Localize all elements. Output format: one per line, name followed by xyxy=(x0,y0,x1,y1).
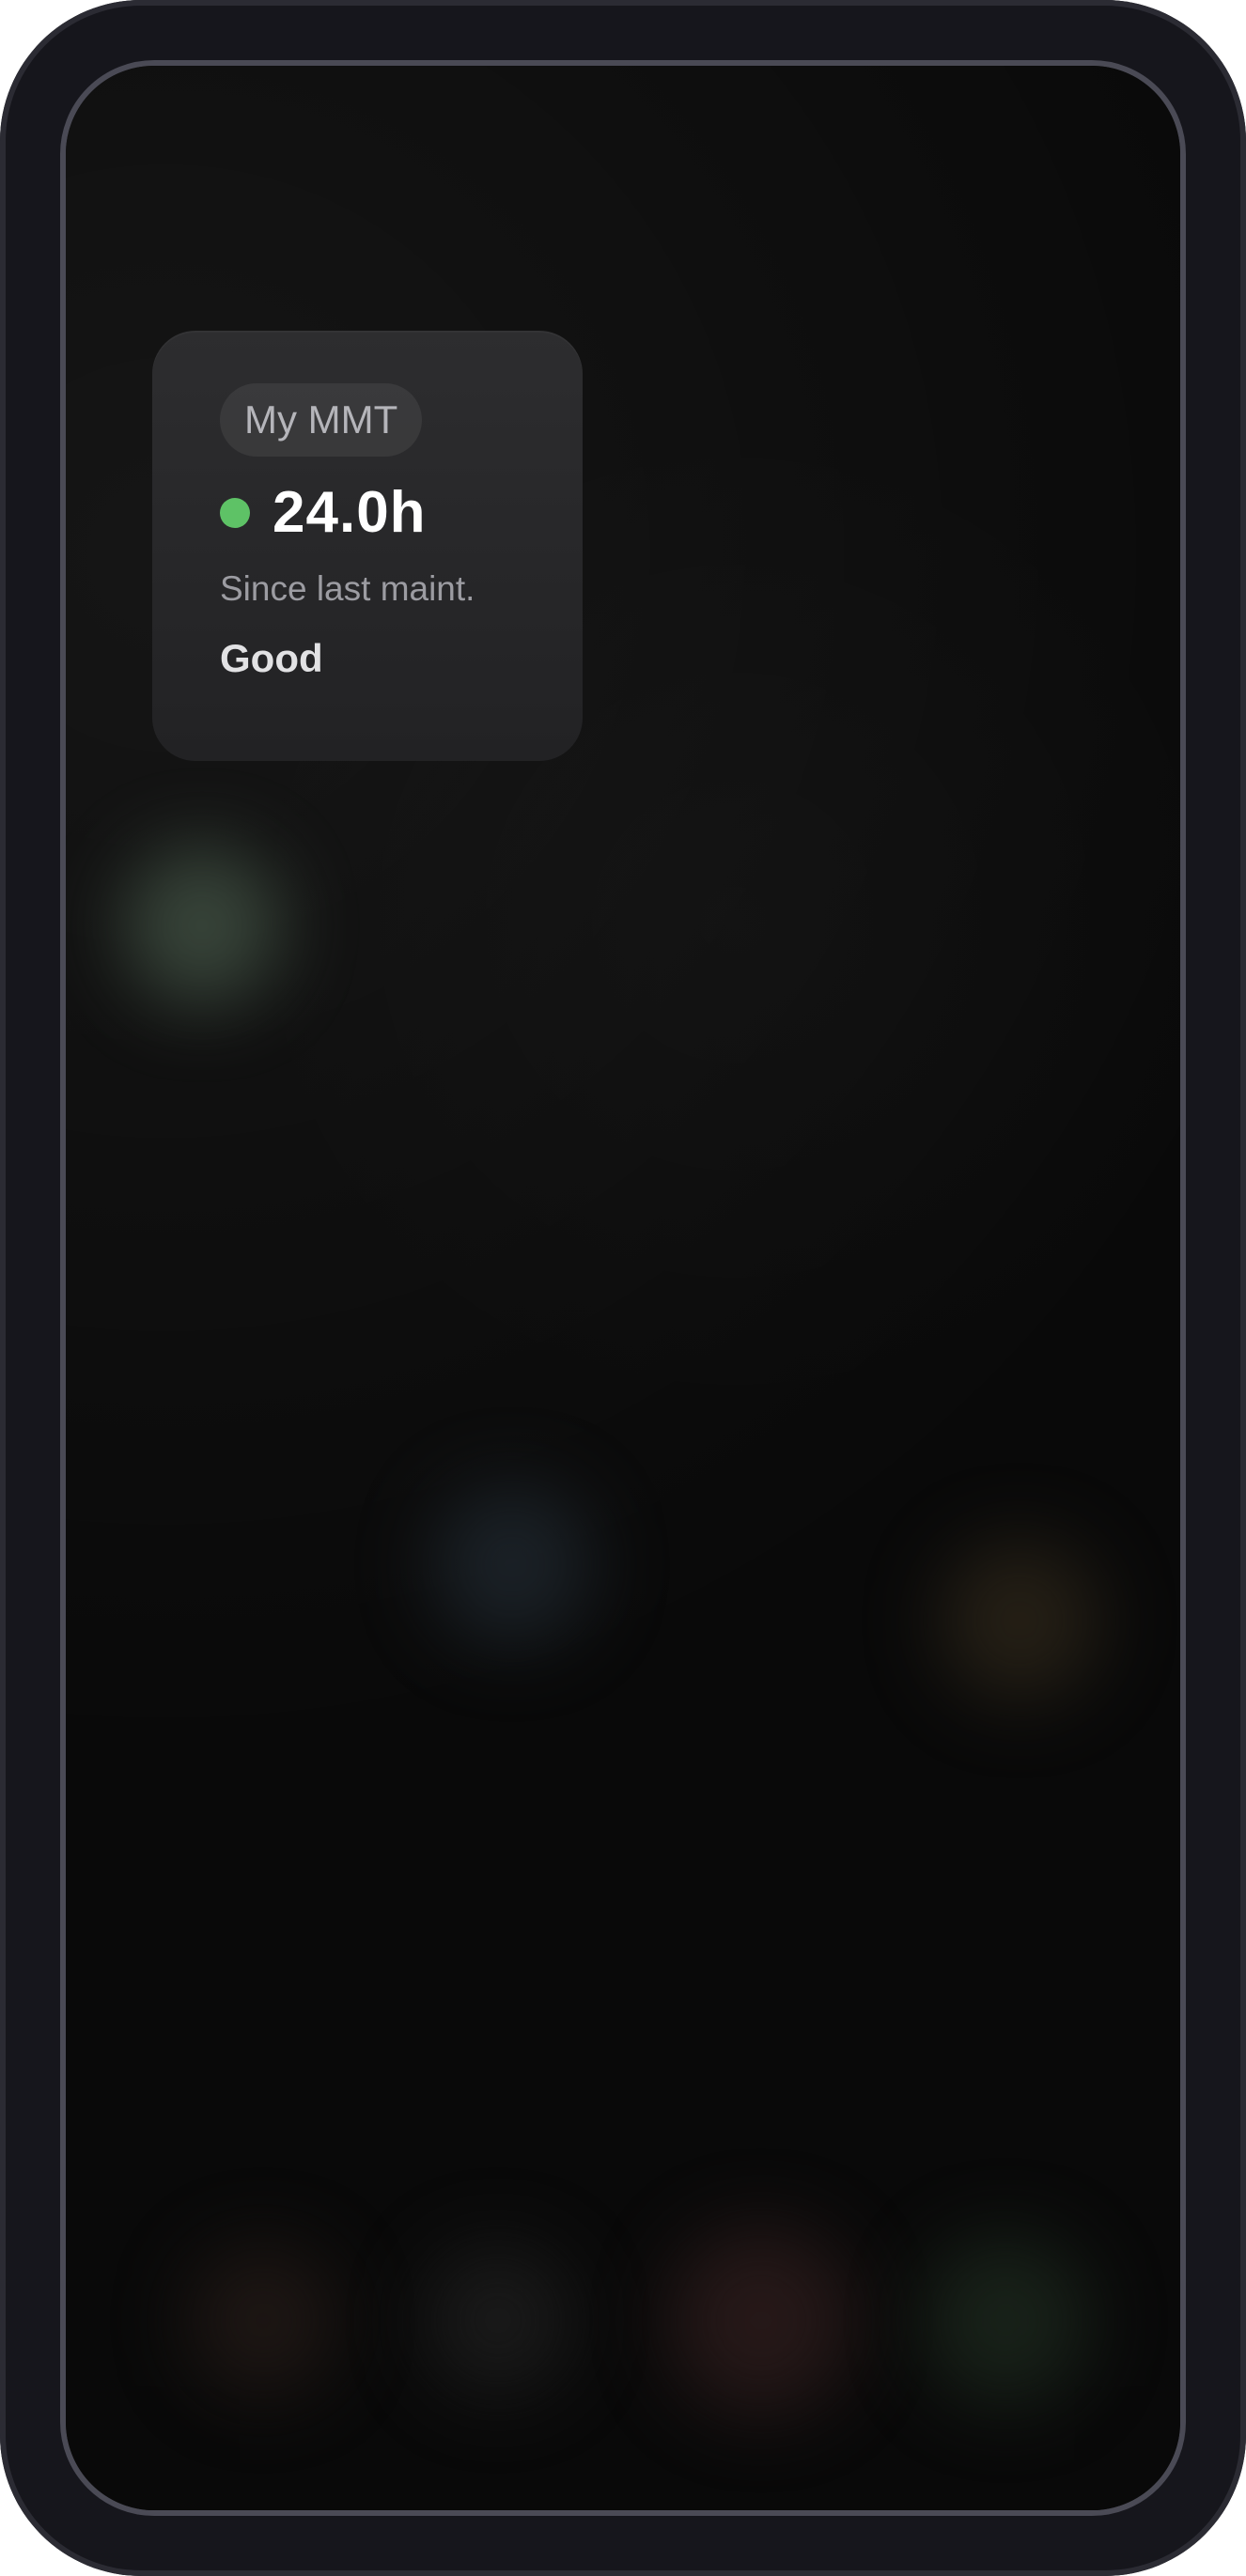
hours-since-maintenance: 24.0h xyxy=(273,480,427,545)
phone-frame: My MMT 24.0h Since last maint. Good xyxy=(0,0,1246,2576)
blurred-app-icon xyxy=(940,1541,1099,1700)
maintenance-widget[interactable]: My MMT 24.0h Since last maint. Good xyxy=(152,331,583,761)
blurred-app-icon xyxy=(188,2245,338,2396)
status-dot-icon xyxy=(220,498,250,528)
condition-status: Good xyxy=(220,636,323,680)
home-screen: My MMT 24.0h Since last maint. Good xyxy=(60,60,1186,2516)
blurred-app-icon xyxy=(921,2236,1090,2405)
blurred-app-icon xyxy=(122,846,282,1005)
blurred-app-icon xyxy=(423,2245,573,2396)
blurred-app-icon xyxy=(432,1484,592,1644)
widget-subtitle: Since last maint. xyxy=(220,569,475,608)
blurred-app-icon xyxy=(667,2227,855,2414)
widget-app-name: My MMT xyxy=(220,383,423,457)
